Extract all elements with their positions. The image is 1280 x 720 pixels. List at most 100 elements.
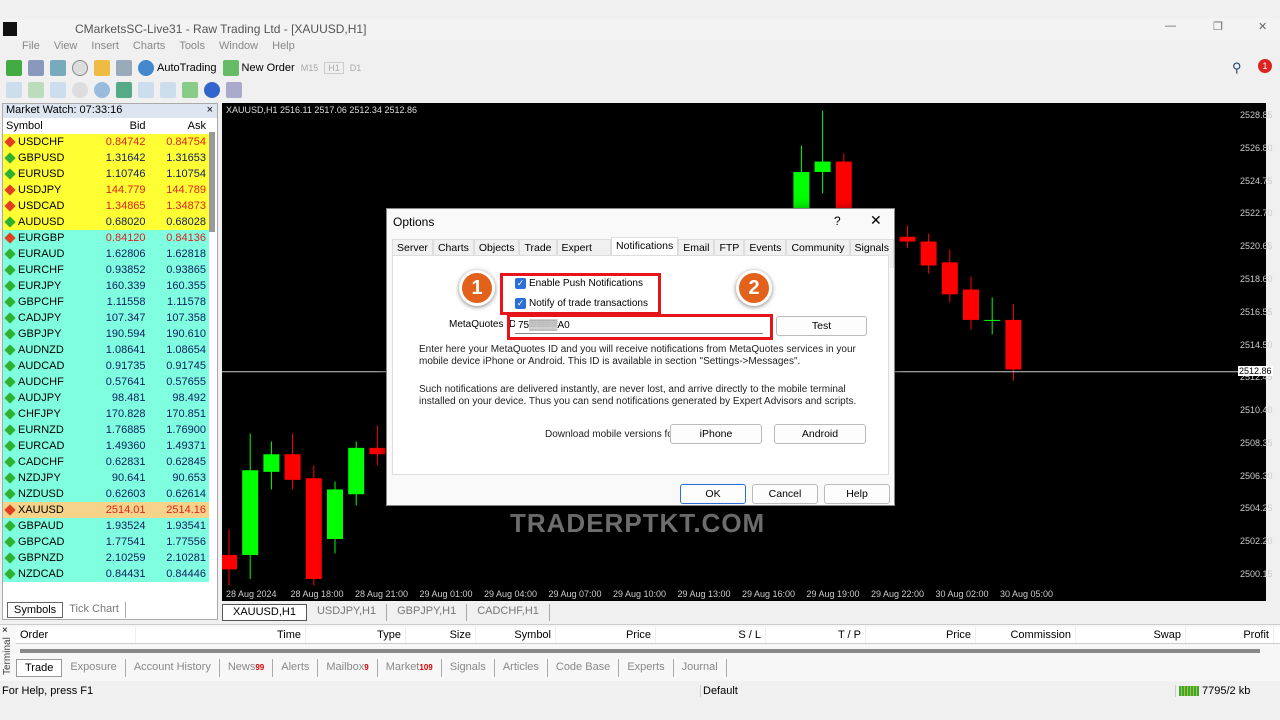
timeframe-h1[interactable]: H1 <box>324 62 344 74</box>
terminal-tab[interactable]: Code Base <box>548 659 620 677</box>
market-watch-row[interactable]: AUDCHF 0.57641 0.57655 <box>3 374 209 390</box>
scrollbar[interactable] <box>209 132 215 232</box>
market-watch-row[interactable]: NZDJPY 90.641 90.653 <box>3 470 209 486</box>
column-header[interactable]: Profit <box>1186 627 1274 643</box>
col-symbol[interactable]: Symbol <box>3 118 88 134</box>
minimize-button[interactable]: — <box>1165 20 1176 32</box>
column-header[interactable]: Commission <box>976 627 1076 643</box>
terminal-tab[interactable]: Alerts <box>273 659 319 677</box>
terminal-tab[interactable]: Articles <box>495 659 548 677</box>
terminal-tab[interactable]: Journal <box>674 659 727 677</box>
market-watch-row[interactable]: USDJPY 144.779 144.789 <box>3 182 209 198</box>
crosshair-icon[interactable] <box>72 60 88 76</box>
market-watch-row[interactable]: EURNZD 1.76885 1.76900 <box>3 422 209 438</box>
terminal-tab[interactable]: Account History <box>126 659 220 677</box>
new-chart-icon[interactable] <box>6 60 22 76</box>
market-watch-row[interactable]: CHFJPY 170.828 170.851 <box>3 406 209 422</box>
notify-trade-checkbox[interactable]: ✓ Notify of trade transactions <box>515 298 648 309</box>
enable-push-checkbox[interactable]: ✓ Enable Push Notifications <box>515 278 643 289</box>
market-watch-row[interactable]: AUDNZD 1.08641 1.08654 <box>3 342 209 358</box>
ok-button[interactable]: OK <box>680 484 746 504</box>
market-watch-row[interactable]: EURUSD 1.10746 1.10754 <box>3 166 209 182</box>
iphone-button[interactable]: iPhone <box>670 424 762 444</box>
column-header[interactable]: Symbol <box>476 627 556 643</box>
market-watch-row[interactable]: GBPNZD 2.10259 2.10281 <box>3 550 209 566</box>
col-ask[interactable]: Ask <box>149 118 209 134</box>
market-watch-row[interactable]: AUDJPY 98.481 98.492 <box>3 390 209 406</box>
search-icon[interactable]: ⚲ <box>1232 60 1242 76</box>
market-watch-row[interactable]: GBPUSD 1.31642 1.31653 <box>3 150 209 166</box>
tab-tick-chart[interactable]: Tick Chart <box>63 602 126 618</box>
market-watch-row[interactable]: CADCHF 0.62831 0.62845 <box>3 454 209 470</box>
indicators-icon[interactable] <box>182 82 198 98</box>
candlestick-icon[interactable] <box>28 82 44 98</box>
autoscroll-icon[interactable] <box>160 82 176 98</box>
terminal-tab[interactable]: Trade <box>16 659 63 677</box>
chart-tab[interactable]: CADCHF,H1 <box>467 604 550 621</box>
market-watch-row[interactable]: GBPJPY 190.594 190.610 <box>3 326 209 342</box>
market-watch-row[interactable]: CADJPY 107.347 107.358 <box>3 310 209 326</box>
market-watch-row[interactable]: NZDUSD 0.62603 0.62614 <box>3 486 209 502</box>
terminal-tab[interactable]: Mailbox9 <box>318 659 378 677</box>
column-header[interactable]: Price <box>556 627 656 643</box>
col-bid[interactable]: Bid <box>88 118 148 134</box>
terminal-tab[interactable]: Signals <box>442 659 495 677</box>
column-header[interactable]: Time <box>136 627 306 643</box>
market-watch-row[interactable]: USDCAD 1.34865 1.34873 <box>3 198 209 214</box>
market-watch-row[interactable]: XAUUSD 2514.01 2514.16 <box>3 502 209 518</box>
terminal-tab[interactable]: Experts <box>619 659 674 677</box>
timeframe-m15[interactable]: M15 <box>301 63 319 73</box>
menu-window[interactable]: Window <box>219 40 258 56</box>
column-header[interactable]: Type <box>306 627 406 643</box>
help-button[interactable]: ? <box>834 214 841 228</box>
alerts-badge[interactable]: 1 <box>1258 59 1272 73</box>
market-watch-row[interactable]: USDCHF 0.84742 0.84754 <box>3 134 209 150</box>
column-header[interactable]: Size <box>406 627 476 643</box>
help-dialog-button[interactable]: Help <box>824 484 890 504</box>
market-watch-row[interactable]: EURCHF 0.93852 0.93865 <box>3 262 209 278</box>
market-watch-row[interactable]: AUDCAD 0.91735 0.91745 <box>3 358 209 374</box>
market-watch-row[interactable]: EURCAD 1.49360 1.49371 <box>3 438 209 454</box>
menu-view[interactable]: View <box>54 40 78 56</box>
chart-shift-icon[interactable] <box>138 82 154 98</box>
line-chart-icon[interactable] <box>50 82 66 98</box>
column-header[interactable]: Order <box>16 627 136 643</box>
terminal-tab[interactable]: Exposure <box>62 659 126 677</box>
menu-file[interactable]: File <box>22 40 40 56</box>
zoom-out-icon[interactable] <box>94 82 110 98</box>
timeframe-d1[interactable]: D1 <box>350 63 362 73</box>
chart-tab[interactable]: GBPJPY,H1 <box>387 604 468 621</box>
bar-chart-icon[interactable] <box>6 82 22 98</box>
menu-charts[interactable]: Charts <box>133 40 165 56</box>
column-header[interactable]: Swap <box>1076 627 1186 643</box>
zoom-in-icon[interactable] <box>72 82 88 98</box>
navigator-icon[interactable] <box>94 60 110 76</box>
market-watch-row[interactable]: EURAUD 1.62806 1.62818 <box>3 246 209 262</box>
tab-symbols[interactable]: Symbols <box>7 602 64 618</box>
horizontal-scrollbar[interactable] <box>20 649 1260 653</box>
close-icon[interactable]: × <box>207 104 213 116</box>
market-watch-icon[interactable] <box>50 60 66 76</box>
periods-icon[interactable] <box>204 82 220 98</box>
menu-tools[interactable]: Tools <box>179 40 205 56</box>
menu-help[interactable]: Help <box>272 40 295 56</box>
tile-windows-icon[interactable] <box>116 82 132 98</box>
market-watch-row[interactable]: GBPCHF 1.11558 1.11578 <box>3 294 209 310</box>
market-watch-row[interactable]: GBPCAD 1.77541 1.77556 <box>3 534 209 550</box>
autotrading-button[interactable]: AutoTrading <box>138 60 217 76</box>
chart-tab[interactable]: USDJPY,H1 <box>307 604 388 621</box>
column-header[interactable]: T / P <box>766 627 866 643</box>
maximize-button[interactable]: ❐ <box>1213 20 1223 33</box>
terminal-tab[interactable]: News99 <box>220 659 274 677</box>
chart-tab[interactable]: XAUUSD,H1 <box>222 604 307 621</box>
terminal-tab[interactable]: Market109 <box>378 659 442 677</box>
templates-icon[interactable] <box>226 82 242 98</box>
new-order-button[interactable]: New Order <box>222 60 295 76</box>
market-watch-row[interactable]: AUDUSD 0.68020 0.68028 <box>3 214 209 230</box>
tester-icon[interactable] <box>116 60 132 76</box>
market-watch-row[interactable]: EURJPY 160.339 160.355 <box>3 278 209 294</box>
column-header[interactable]: Price <box>866 627 976 643</box>
market-watch-row[interactable]: EURGBP 0.84120 0.84136 <box>3 230 209 246</box>
terminal-close-icon[interactable]: × <box>2 625 8 636</box>
menu-insert[interactable]: Insert <box>91 40 119 56</box>
